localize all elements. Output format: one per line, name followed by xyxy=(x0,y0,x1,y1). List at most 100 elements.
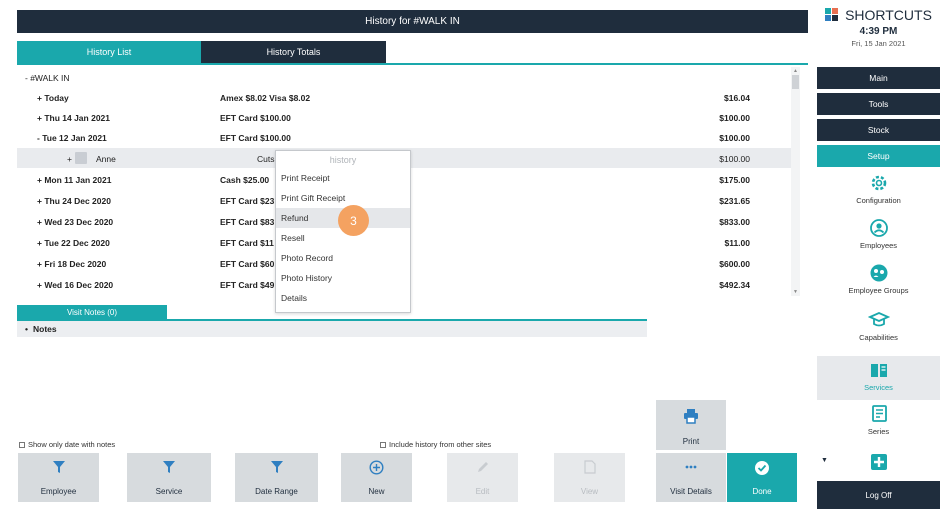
view-button[interactable]: View xyxy=(554,453,625,502)
history-row-amount: $833.00 xyxy=(719,217,750,227)
sidebar-item-employee-groups[interactable]: Employee Groups xyxy=(817,263,940,307)
clock-date: Fri, 15 Jan 2021 xyxy=(851,39,906,48)
history-row-amount: $16.04 xyxy=(724,93,750,103)
step-badge: 3 xyxy=(338,205,369,236)
menu-item-photo-record[interactable]: Photo Record xyxy=(276,248,410,268)
history-root-label: - #WALK IN xyxy=(25,73,70,83)
service-filter-button[interactable]: Service xyxy=(127,453,211,502)
history-row-amount: $492.34 xyxy=(719,280,750,290)
scroll-thumb[interactable] xyxy=(792,75,799,89)
plus-circle-icon xyxy=(369,460,384,475)
history-row-payment: EFT Card $100.00 xyxy=(220,113,291,123)
new-button[interactable]: New xyxy=(341,453,412,502)
sidebar-item-label: Configuration xyxy=(856,196,901,205)
menu-item-photo-history[interactable]: Photo History xyxy=(276,268,410,288)
show-only-notes-option[interactable]: Show only date with notes xyxy=(19,440,115,449)
done-label: Done xyxy=(752,487,772,496)
shortcuts-logo-icon xyxy=(825,8,841,22)
history-row-amount: $100.00 xyxy=(719,154,750,164)
history-row-date: + Today xyxy=(37,93,69,103)
view-label: View xyxy=(580,487,599,496)
document-icon xyxy=(583,460,596,474)
sidebar-item-partial[interactable] xyxy=(817,448,940,478)
sidebar-item-capabilities[interactable]: Capabilities xyxy=(817,310,940,354)
date-range-filter-label: Date Range xyxy=(255,487,298,496)
list-icon xyxy=(871,405,887,422)
history-scrollbar[interactable]: ▲ ▼ xyxy=(791,67,800,296)
history-row[interactable]: + Today Amex $8.02 Visa $8.02 $16.04 xyxy=(17,87,791,107)
history-row[interactable]: + Thu 14 Jan 2021 EFT Card $100.00 $100.… xyxy=(17,107,791,127)
menu-item-print-receipt[interactable]: Print Receipt xyxy=(276,168,410,188)
show-only-notes-label: Show only date with notes xyxy=(28,440,116,449)
include-other-sites-option[interactable]: Include history from other sites xyxy=(380,440,491,449)
history-row-amount: $100.00 xyxy=(719,133,750,143)
sidebar-item-configuration[interactable]: Configuration xyxy=(817,173,940,217)
tab-bar: History List History Totals xyxy=(17,41,808,65)
menu-item-details[interactable]: Details xyxy=(276,288,410,308)
plus-icon xyxy=(870,454,887,470)
nav-setup[interactable]: Setup xyxy=(817,145,940,167)
visit-details-button[interactable]: Visit Details xyxy=(656,453,726,502)
graduation-cap-icon xyxy=(867,312,890,327)
employee-name: Anne xyxy=(96,154,116,164)
person-icon xyxy=(869,219,888,237)
history-row-date: - Tue 12 Jan 2021 xyxy=(37,133,107,143)
history-row[interactable]: - Tue 12 Jan 2021 EFT Card $100.00 $100.… xyxy=(17,127,791,147)
group-icon xyxy=(870,264,887,282)
logoff-button[interactable]: Log Off xyxy=(817,481,940,509)
nav-stock[interactable]: Stock xyxy=(817,119,940,141)
sidebar-item-label: Employees xyxy=(859,241,898,250)
show-only-notes-checkbox[interactable] xyxy=(19,441,25,448)
check-circle-icon xyxy=(755,461,769,475)
avatar xyxy=(75,152,87,164)
sidebar-item-services[interactable]: Services xyxy=(817,356,940,400)
history-row-payment: Amex $8.02 Visa $8.02 xyxy=(220,93,311,103)
filter-icon xyxy=(163,461,175,473)
print-button[interactable]: Print xyxy=(656,400,726,450)
history-row-date: + Wed 23 Dec 2020 xyxy=(37,217,114,227)
sidebar-item-label: Series xyxy=(867,427,890,436)
include-other-sites-checkbox[interactable] xyxy=(380,441,386,448)
clock-time: 4:39 PM xyxy=(859,26,898,37)
history-subrow-expander[interactable]: + xyxy=(67,154,72,164)
history-row-payment: EFT Card $60 xyxy=(220,259,275,269)
history-row-payment: EFT Card $11 xyxy=(220,238,274,248)
more-dots-icon xyxy=(685,465,697,469)
notes-header: • Notes xyxy=(17,321,647,337)
scroll-up-icon[interactable]: ▲ xyxy=(793,68,798,74)
history-row-payment: EFT Card $100.00 xyxy=(220,133,291,143)
shortcuts-sidebar: SHORTCUTS 4:39 PM Fri, 15 Jan 2021 Main … xyxy=(817,0,940,516)
menu-item-print-gift-receipt[interactable]: Print Gift Receipt xyxy=(276,188,410,208)
employee-filter-button[interactable]: Employee xyxy=(18,453,99,502)
history-row-service: Cuts xyxy=(257,154,275,164)
edit-label: Edit xyxy=(475,487,490,496)
window-title: History for #WALK IN xyxy=(17,10,808,33)
book-icon xyxy=(870,364,887,377)
scroll-down-icon[interactable]: ▼ xyxy=(793,289,798,295)
date-range-filter-button[interactable]: Date Range xyxy=(235,453,318,502)
nav-tools[interactable]: Tools xyxy=(817,93,940,115)
history-row-date: + Tue 22 Dec 2020 xyxy=(37,238,110,248)
sidebar-item-label: Capabilities xyxy=(859,333,898,342)
history-row-amount: $100.00 xyxy=(719,113,750,123)
history-row-amount: $600.00 xyxy=(719,259,750,269)
visit-details-label: Visit Details xyxy=(670,487,712,496)
context-menu-title: history xyxy=(329,154,357,165)
filter-icon xyxy=(270,461,283,473)
tab-history-list[interactable]: History List xyxy=(17,41,201,63)
notes-bullet: • xyxy=(25,324,28,334)
notes-header-label: Notes xyxy=(33,324,57,334)
sidebar-item-label: Employee Groups xyxy=(848,286,909,295)
tab-history-totals[interactable]: History Totals xyxy=(201,41,386,63)
sidebar-item-series[interactable]: Series xyxy=(817,400,940,444)
history-row-date: + Thu 14 Jan 2021 xyxy=(37,113,110,123)
nav-main[interactable]: Main xyxy=(817,67,940,89)
history-root-row[interactable]: - #WALK IN xyxy=(17,67,791,87)
filter-icon xyxy=(52,461,65,473)
done-button[interactable]: Done xyxy=(727,453,797,502)
service-filter-label: Service xyxy=(155,487,183,496)
edit-button[interactable]: Edit xyxy=(447,453,518,502)
history-row-date: + Mon 11 Jan 2021 xyxy=(37,175,112,185)
tab-visit-notes[interactable]: Visit Notes (0) xyxy=(17,305,167,319)
sidebar-item-employees[interactable]: Employees xyxy=(817,218,940,262)
